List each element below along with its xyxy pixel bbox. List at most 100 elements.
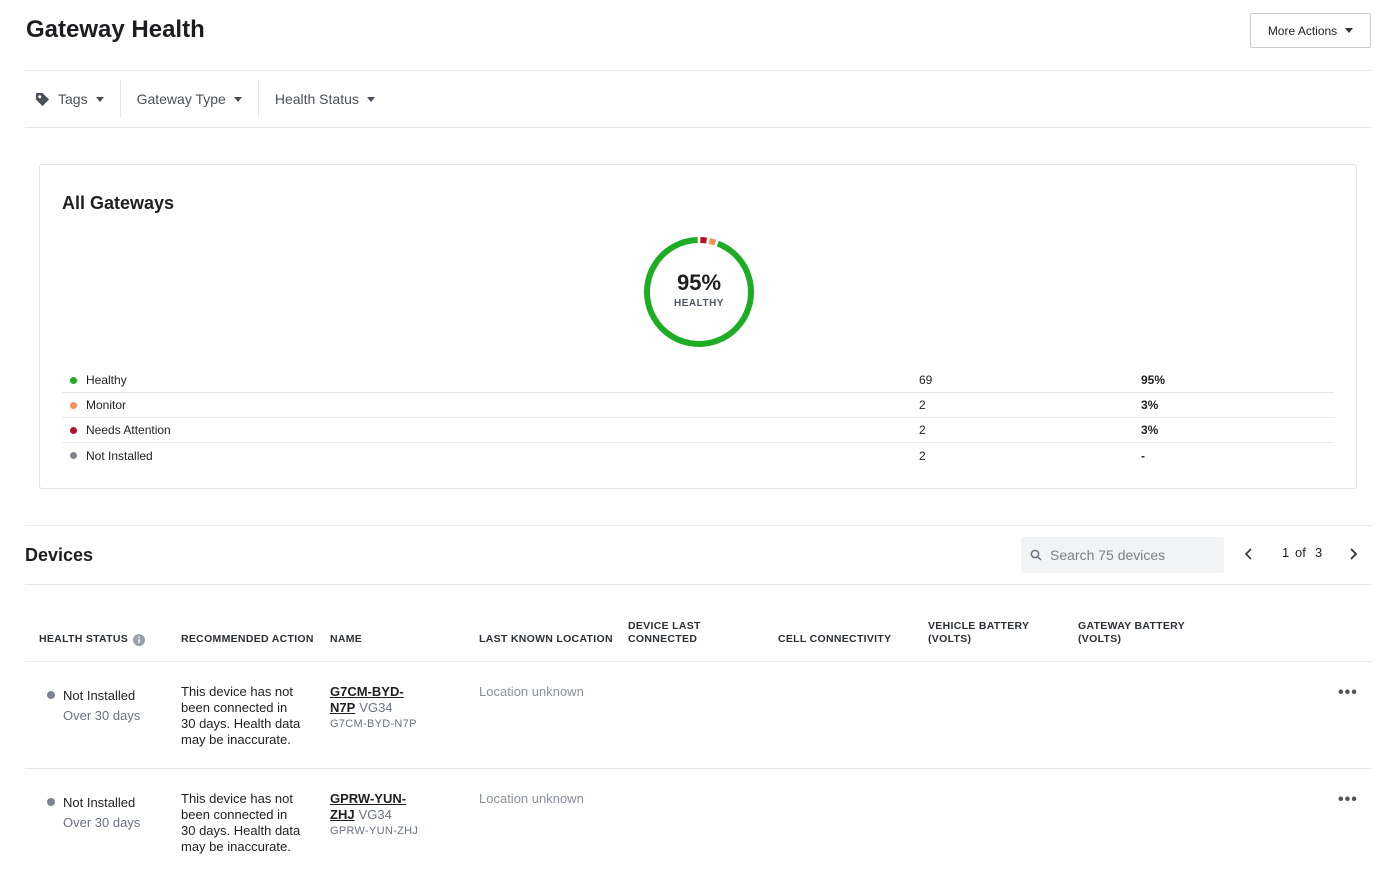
row-recommended-action: This device has not been connected in 30… bbox=[181, 684, 300, 748]
action-line: been connected in bbox=[181, 807, 288, 822]
divider bbox=[25, 768, 1371, 769]
row-status-sub: Over 30 days bbox=[63, 815, 141, 830]
device-serial: GPRW-YUN-ZHJ bbox=[330, 825, 419, 837]
device-name-link[interactable]: ZHJ bbox=[330, 807, 355, 822]
legend-label: Healthy bbox=[86, 373, 127, 387]
filter-gateway-type[interactable]: Gateway Type bbox=[121, 80, 259, 118]
device-name-link[interactable]: N7P bbox=[330, 700, 355, 715]
row-location: Location unknown bbox=[479, 684, 584, 699]
chevron-down-icon bbox=[95, 96, 104, 102]
col-header-line: CONNECTED bbox=[628, 633, 698, 645]
col-header-health-status-label: HEALTH STATUS bbox=[39, 633, 129, 645]
device-model: VG34 bbox=[358, 807, 392, 822]
chevron-right-icon[interactable] bbox=[1347, 546, 1359, 562]
row-status: Not Installed bbox=[63, 688, 136, 703]
col-header-recommended-action[interactable]: RECOMMENDED ACTION bbox=[181, 633, 314, 646]
device-search[interactable] bbox=[1021, 537, 1224, 573]
chevron-down-icon bbox=[1345, 28, 1354, 33]
filter-health-status[interactable]: Health Status bbox=[259, 80, 391, 118]
row-name: GPRW-YUN- ZHJ VG34 GPRW-YUN-ZHJ bbox=[330, 791, 418, 839]
col-header-gateway-battery[interactable]: GATEWAY BATTERY (VOLTS) bbox=[1078, 620, 1185, 646]
col-header-line: GATEWAY BATTERY bbox=[1078, 620, 1185, 632]
filter-bar: Tags Gateway Type Health Status bbox=[25, 80, 391, 118]
filter-gateway-type-label: Gateway Type bbox=[136, 91, 226, 107]
col-header-line: DEVICE LAST bbox=[628, 620, 701, 632]
divider bbox=[25, 584, 1371, 585]
page-title: Gateway Health bbox=[26, 16, 205, 43]
legend-label: Needs Attention bbox=[86, 423, 171, 437]
action-line: may be inaccurate. bbox=[181, 732, 291, 747]
legend-label: Not Installed bbox=[86, 448, 153, 463]
more-actions-label: More Actions bbox=[1267, 23, 1338, 38]
status-dot-icon bbox=[47, 691, 55, 699]
action-line: This device has not bbox=[181, 684, 294, 699]
legend-count: 69 bbox=[919, 373, 933, 387]
all-gateways-card: All Gateways 95% HEALTHY Healthy 69 95% … bbox=[39, 164, 1357, 489]
col-header-line: (VOLTS) bbox=[928, 633, 972, 645]
card-title: All Gateways bbox=[62, 193, 175, 213]
device-serial: G7CM-BYD-N7P bbox=[330, 718, 417, 730]
legend-count: 2 bbox=[919, 448, 926, 463]
divider bbox=[25, 661, 1371, 662]
legend-row-not-installed: Not Installed 2 - bbox=[62, 443, 1334, 468]
legend-dot-icon bbox=[70, 426, 77, 434]
col-header-cell-connectivity[interactable]: CELL CONNECTIVITY bbox=[778, 633, 891, 646]
divider bbox=[25, 70, 1371, 71]
row-recommended-action: This device has not been connected in 30… bbox=[181, 791, 300, 855]
donut-slice-monitor bbox=[708, 238, 717, 246]
divider bbox=[25, 525, 1371, 526]
col-header-last-known-location[interactable]: LAST KNOWN LOCATION bbox=[479, 633, 613, 646]
legend-row-needs-attention: Needs Attention 2 3% bbox=[62, 418, 1334, 443]
legend-count: 2 bbox=[919, 398, 926, 412]
legend-percent: - bbox=[1141, 448, 1145, 463]
health-legend: Healthy 69 95% Monitor 2 3% Needs Attent… bbox=[62, 368, 1334, 468]
col-header-line: (VOLTS) bbox=[1078, 633, 1122, 645]
row-status: Not Installed bbox=[63, 795, 136, 810]
legend-label: Monitor bbox=[86, 398, 127, 412]
action-line: may be inaccurate. bbox=[181, 839, 291, 854]
row-status-sub: Over 30 days bbox=[63, 708, 141, 723]
col-header-vehicle-battery[interactable]: VEHICLE BATTERY (VOLTS) bbox=[928, 620, 1029, 646]
more-options-icon[interactable]: ••• bbox=[1338, 684, 1358, 702]
legend-dot-icon bbox=[70, 376, 77, 384]
device-model: VG34 bbox=[359, 700, 393, 715]
filter-tags-label: Tags bbox=[58, 91, 88, 107]
legend-row-healthy: Healthy 69 95% bbox=[62, 368, 1334, 393]
action-line: This device has not bbox=[181, 791, 294, 806]
col-header-health-status[interactable]: HEALTH STATUS bbox=[39, 633, 146, 646]
devices-title: Devices bbox=[25, 545, 94, 565]
pager-of: of bbox=[1295, 545, 1306, 560]
legend-percent: 3% bbox=[1141, 398, 1159, 412]
legend-percent: 95% bbox=[1141, 373, 1166, 387]
filter-health-status-label: Health Status bbox=[274, 91, 359, 107]
search-input[interactable] bbox=[1050, 547, 1210, 563]
search-icon bbox=[1030, 549, 1042, 561]
status-dot-icon bbox=[47, 798, 55, 806]
action-line: 30 days. Health data bbox=[181, 823, 301, 838]
more-options-icon[interactable]: ••• bbox=[1338, 791, 1358, 809]
legend-count: 2 bbox=[919, 423, 926, 437]
legend-dot-icon bbox=[70, 401, 77, 409]
tag-icon bbox=[35, 92, 50, 106]
donut-slice-needs-attention bbox=[700, 237, 707, 244]
pager-total: 3 bbox=[1315, 545, 1323, 560]
more-actions-button[interactable]: More Actions bbox=[1250, 13, 1371, 48]
col-header-line: VEHICLE BATTERY bbox=[928, 620, 1030, 632]
info-icon[interactable] bbox=[133, 633, 146, 646]
legend-row-monitor: Monitor 2 3% bbox=[62, 393, 1334, 418]
chevron-left-icon[interactable] bbox=[1243, 546, 1255, 562]
col-header-name[interactable]: NAME bbox=[330, 633, 362, 646]
chevron-down-icon bbox=[233, 96, 242, 102]
legend-percent: 3% bbox=[1141, 423, 1159, 437]
donut-percent: 95% bbox=[676, 270, 722, 295]
action-line: been connected in bbox=[181, 700, 288, 715]
col-header-device-last-connected[interactable]: DEVICE LAST CONNECTED bbox=[628, 620, 701, 646]
filter-tags[interactable]: Tags bbox=[25, 80, 121, 118]
divider bbox=[25, 127, 1371, 128]
pager-current: 1 bbox=[1282, 545, 1290, 560]
chevron-down-icon bbox=[366, 96, 375, 102]
donut-label: HEALTHY bbox=[674, 298, 724, 309]
device-name-link[interactable]: GPRW-YUN- bbox=[330, 791, 406, 806]
device-name-link[interactable]: G7CM-BYD- bbox=[330, 684, 404, 699]
row-name: G7CM-BYD- N7P VG34 G7CM-BYD-N7P bbox=[330, 684, 417, 732]
